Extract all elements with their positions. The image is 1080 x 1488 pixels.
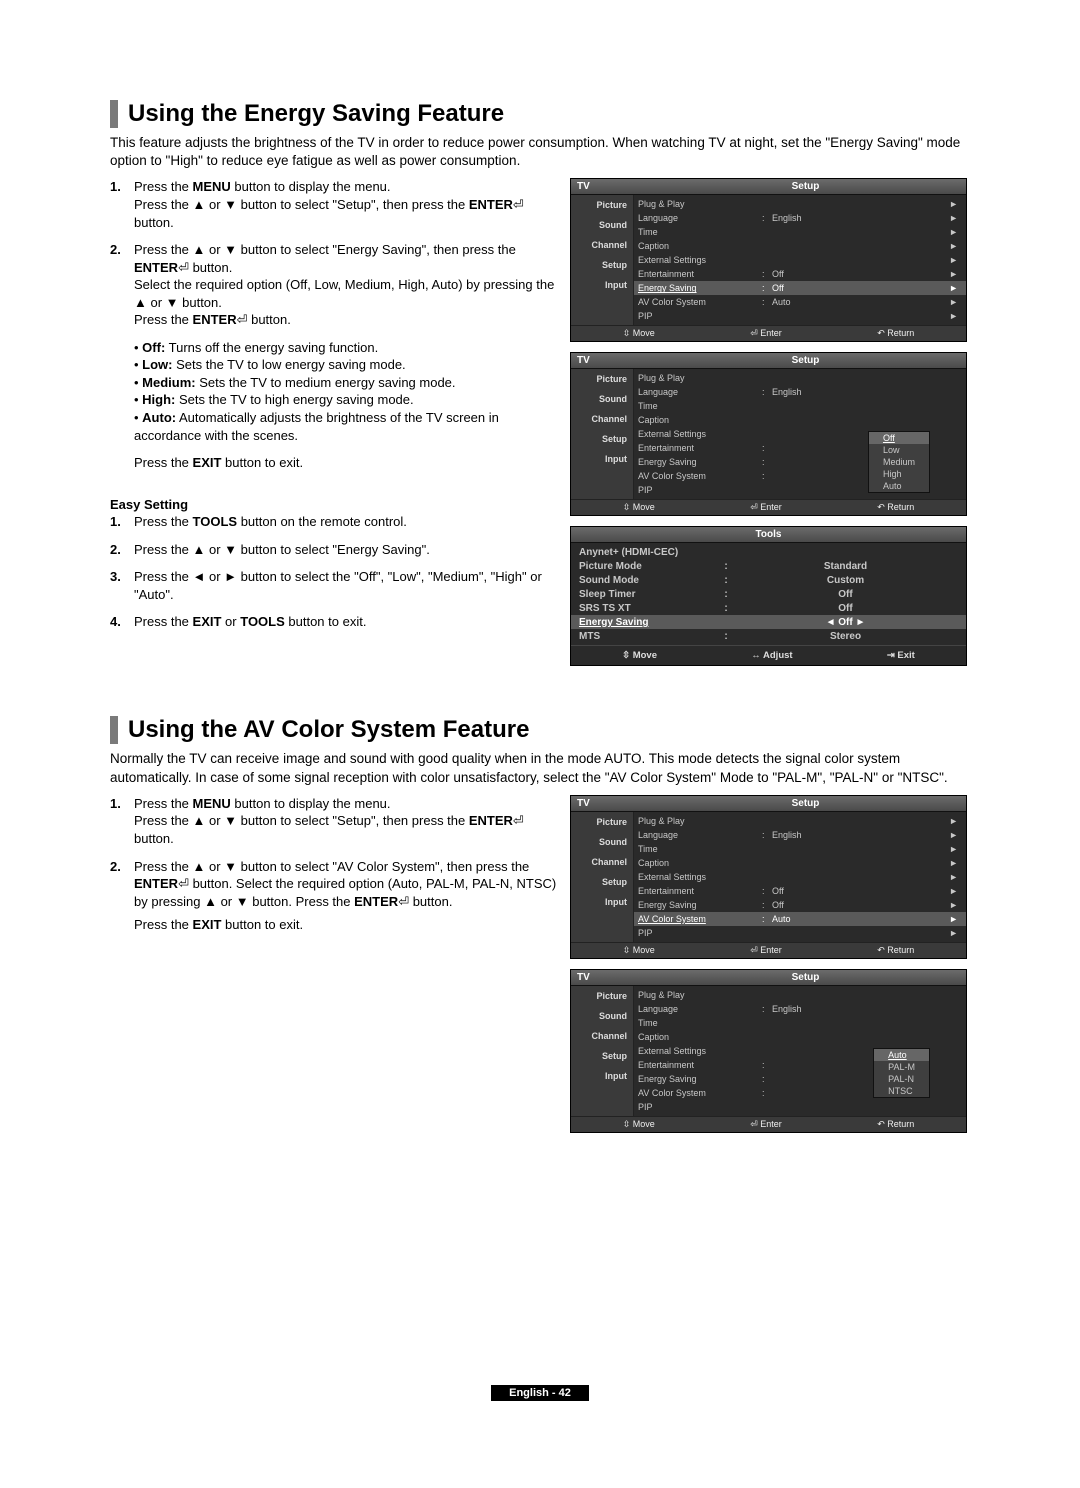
instructions-energy: 1. Press the MENU button to display the …: [110, 178, 570, 640]
osd-setup-energy: TVSetup PictureSoundChannelSetupInput Pl…: [570, 178, 967, 342]
osd-setup-energy-popup: TVSetup PictureSoundChannelSetupInput Pl…: [570, 352, 967, 516]
section-desc-avcolor: Normally the TV can receive image and so…: [110, 750, 970, 786]
osd-setup-avcolor-popup: TVSetup PictureSoundChannelSetupInput Pl…: [570, 969, 967, 1133]
osd-tools: Tools Anynet+ (HDMI-CEC)Picture Mode:Sta…: [570, 526, 967, 666]
instructions-avcolor: 1. Press the MENU button to display the …: [110, 795, 570, 944]
easy-setting-title: Easy Setting: [110, 496, 558, 514]
osd-setup-avcolor: TVSetup PictureSoundChannelSetupInput Pl…: [570, 795, 967, 959]
step-num: 2.: [110, 241, 121, 259]
energy-options-list: Off: Turns off the energy saving functio…: [134, 339, 558, 444]
section-desc-energy: This feature adjusts the brightness of t…: [110, 134, 970, 170]
section-title-avcolor: Using the AV Color System Feature: [110, 716, 970, 744]
section-title-energy: Using the Energy Saving Feature: [110, 100, 970, 128]
step-num: 1.: [110, 178, 121, 196]
page-footer: English - 42: [110, 1383, 970, 1401]
osd-sidebar: PictureSoundChannelSetupInput: [571, 195, 634, 325]
